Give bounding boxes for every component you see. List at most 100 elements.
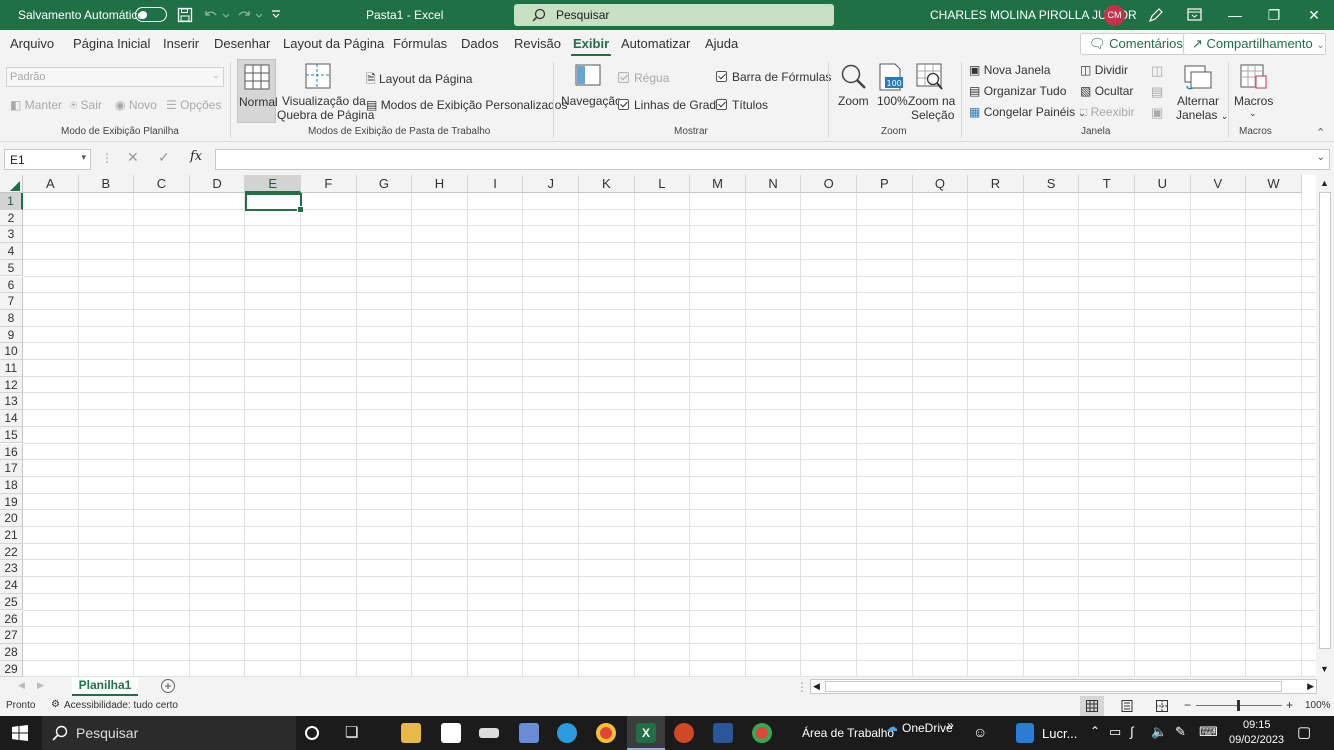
page-break-view-icon[interactable] [1156, 700, 1168, 712]
minimize-icon[interactable]: — [1223, 4, 1247, 26]
autosave-toggle[interactable] [135, 7, 167, 22]
page-layout-view-icon[interactable] [1121, 700, 1133, 712]
row-header[interactable]: 14 [0, 410, 23, 427]
word-icon[interactable] [713, 723, 733, 743]
tab-formulas[interactable]: Fórmulas [393, 36, 447, 51]
column-header[interactable]: G [356, 175, 413, 193]
row-header[interactable]: 18 [0, 476, 23, 494]
tab-ajuda[interactable]: Ajuda [705, 36, 738, 51]
freeze-panes-button[interactable]: ▦ Congelar Painéis ⌄ [969, 105, 1086, 119]
column-header[interactable]: K [579, 175, 635, 193]
tab-inserir[interactable]: Inserir [163, 36, 199, 51]
edge-icon[interactable] [557, 723, 577, 743]
powerpoint-icon[interactable] [674, 723, 694, 743]
arrange-all-button[interactable]: ▤ Organizar Tudo [969, 84, 1066, 98]
column-header[interactable]: O [801, 175, 857, 193]
row-header[interactable]: 16 [0, 443, 23, 461]
name-box[interactable]: E1 ▾ [4, 149, 91, 170]
people-icon[interactable]: ☺ [973, 724, 987, 740]
row-header[interactable]: 12 [0, 376, 23, 394]
new-view-button[interactable]: ◉ Novo [115, 98, 157, 112]
row-header[interactable]: 22 [0, 543, 23, 561]
collapse-ribbon-icon[interactable]: ⌃ [1316, 126, 1325, 139]
zoom-level[interactable]: 100% [1305, 700, 1331, 711]
side-by-side-icon[interactable]: ◫ [1151, 63, 1163, 79]
row-header[interactable]: 6 [0, 276, 23, 294]
tab-exibir[interactable]: Exibir [570, 36, 612, 57]
vertical-scroll-thumb[interactable] [1319, 192, 1331, 649]
column-header[interactable]: I [467, 175, 524, 193]
column-header[interactable]: F [301, 175, 357, 193]
row-header[interactable]: 5 [0, 259, 23, 277]
share-button[interactable]: ↗ Compartilhamento ⌄ [1183, 33, 1326, 55]
row-header[interactable]: 17 [0, 460, 23, 477]
tab-desenhar[interactable]: Desenhar [214, 36, 270, 51]
row-header[interactable]: 8 [0, 309, 23, 327]
keyboard-tray-icon[interactable]: ⌨ [1199, 724, 1218, 740]
zoom-selection-button[interactable]: Zoom na Seleção [906, 59, 955, 123]
tray-chevron-icon[interactable]: ⌃ [1090, 724, 1100, 738]
new-window-button[interactable]: ▣ Nova Janela [969, 63, 1050, 77]
row-header[interactable]: 28 [0, 643, 23, 661]
row-header[interactable]: 9 [0, 326, 23, 344]
hide-button[interactable]: ▧ Ocultar [1080, 84, 1133, 98]
search-box[interactable]: Pesquisar [514, 4, 834, 26]
row-header[interactable]: 4 [0, 243, 23, 260]
zoom-button[interactable]: Zoom [836, 59, 870, 123]
cortana-icon[interactable] [305, 726, 319, 740]
clock-date[interactable]: 09/02/2023 [1229, 734, 1284, 746]
normal-view-status-button[interactable] [1080, 696, 1104, 716]
battery-icon[interactable]: ▭ [1109, 724, 1121, 740]
navigation-button[interactable]: Navegação [560, 59, 622, 123]
column-header[interactable]: B [78, 175, 135, 193]
close-icon[interactable]: ✕ [1302, 4, 1326, 26]
add-sheet-icon[interactable]: + [161, 679, 175, 693]
row-header[interactable]: 27 [0, 627, 23, 644]
zoom-100-button[interactable]: 100 100% [874, 59, 908, 123]
column-header[interactable]: U [1135, 175, 1191, 193]
insert-function-icon[interactable]: fx [190, 149, 202, 164]
row-header[interactable]: 29 [0, 660, 23, 677]
page-break-view-button[interactable]: Visualização da Quebra de Página [277, 59, 374, 123]
cancel-icon[interactable]: ✕ [127, 149, 139, 166]
comments-button[interactable]: 🗨 Comentários [1080, 33, 1192, 55]
horizontal-scrollbar[interactable]: ◀ ▶ [810, 679, 1317, 694]
unhide-button[interactable]: □ Reexibir [1080, 105, 1135, 119]
split-button[interactable]: ◫ Dividir [1080, 63, 1128, 77]
notification-icon[interactable]: ▢ [1297, 723, 1311, 741]
row-header[interactable]: 26 [0, 610, 23, 628]
desktop-toolbar-label[interactable]: Área de Trabalho [802, 726, 894, 740]
row-header[interactable]: 13 [0, 393, 23, 411]
row-header[interactable]: 15 [0, 426, 23, 444]
pen-tray-icon[interactable]: ✎ [1175, 724, 1186, 740]
macros-button[interactable]: Macros ⌄ [1234, 59, 1274, 123]
save-icon[interactable] [177, 7, 193, 23]
split-handle-icon[interactable]: ⋮ [796, 680, 808, 694]
column-header[interactable]: J [523, 175, 579, 193]
excel-taskbar-button[interactable]: X [627, 716, 665, 750]
wifi-icon[interactable]: ∫ [1130, 724, 1134, 739]
sheet-tab-planilha1[interactable]: Planilha1 [72, 677, 138, 696]
restore-icon[interactable]: ❐ [1262, 4, 1286, 26]
row-header[interactable]: 7 [0, 293, 23, 310]
undo-icon[interactable] [203, 8, 231, 22]
column-header[interactable]: A [23, 175, 79, 193]
customize-toolbar-icon[interactable] [270, 9, 282, 21]
column-header[interactable]: C [134, 175, 190, 193]
tab-revisao[interactable]: Revisão [514, 36, 561, 51]
row-header[interactable]: 3 [0, 226, 23, 244]
custom-views-button[interactable]: ▤ Modos de Exibição Personalizados [366, 98, 567, 112]
row-header[interactable]: 21 [0, 527, 23, 544]
select-all-button[interactable] [0, 175, 23, 193]
chrome-profile-icon[interactable] [752, 723, 772, 743]
more-chevron-icon[interactable]: » [947, 718, 954, 732]
zoom-out-icon[interactable]: − [1184, 698, 1191, 712]
avatar[interactable]: CM [1104, 5, 1125, 26]
row-header[interactable]: 24 [0, 577, 23, 594]
page-layout-button[interactable]: 🗎 Layout da Página [366, 70, 472, 91]
chrome-icon[interactable] [596, 723, 616, 743]
row-header[interactable]: 20 [0, 510, 23, 527]
column-header[interactable]: H [412, 175, 468, 193]
normal-view-button[interactable]: Normal [237, 59, 278, 123]
gridlines-checkbox[interactable] [618, 99, 629, 110]
